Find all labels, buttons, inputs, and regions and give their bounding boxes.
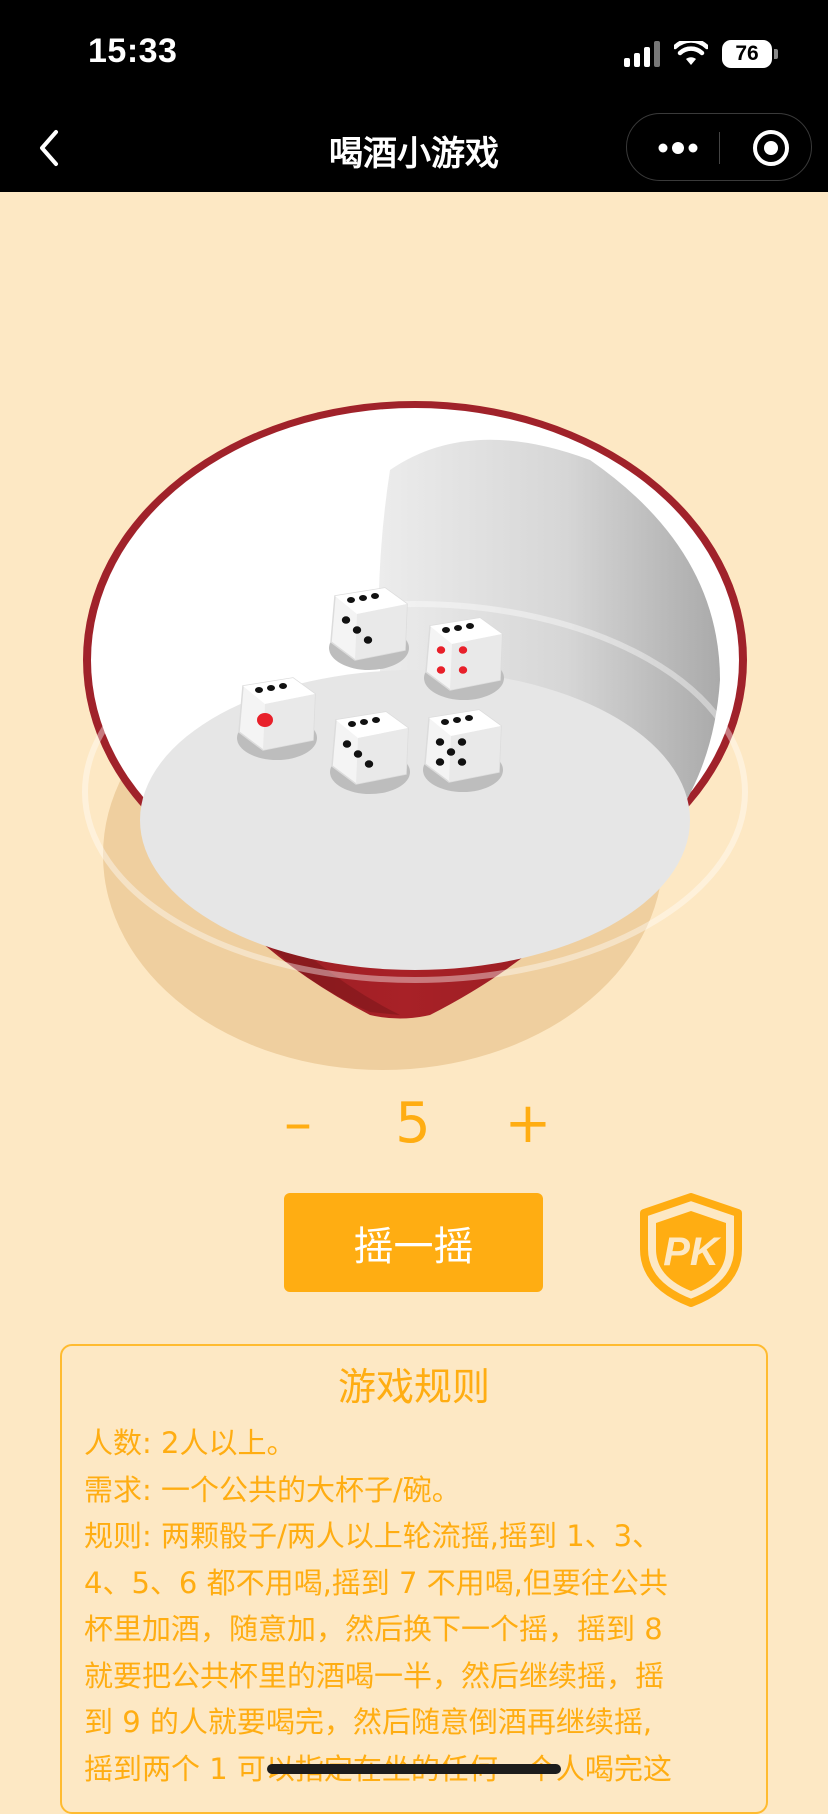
wifi-icon [674,41,708,65]
rules-line: 规则: 两颗骰子/两人以上轮流摇,摇到 1、3、 [84,1519,662,1553]
rules-title: 游戏规则 [337,1365,490,1409]
die-pip [352,626,362,634]
die-pip [364,760,374,768]
die-pip [436,666,446,674]
die-pip [363,636,373,644]
die-pip [257,713,273,727]
shake-button[interactable]: 摇一摇 [284,1193,543,1292]
die-3 [329,587,409,670]
increase-button[interactable]: + [498,1085,558,1163]
rules-line: 人数: 2人以上。 [84,1426,296,1460]
nav-bar: 喝酒小游戏 [0,104,828,192]
rules-line: 到 9 的人就要喝完，然后随意倒酒再继续摇, [84,1705,653,1739]
die-3 [330,711,410,794]
rules-line: 就要把公共杯里的酒喝一半，然后继续摇，摇 [84,1658,665,1693]
decrease-button[interactable]: – [268,1085,328,1163]
capsule-divider [719,132,720,164]
die-pip [353,750,363,758]
more-icon[interactable] [653,131,703,165]
pk-badge-label: PK [663,1230,722,1274]
die-pip [458,666,468,674]
die-4 [424,617,504,700]
dice-count: 5 [395,1091,431,1156]
die-pip [457,738,467,746]
status-bar: 15:33 76 [0,0,828,104]
die-1 [237,677,317,760]
rules-line: 杯里加酒，随意加，然后换下一个摇，摇到 8 [84,1612,663,1646]
rules-line: 需求: 一个公共的大杯子/碗。 [84,1472,461,1507]
die-pip [435,758,445,766]
signal-icon [624,41,660,67]
mini-program-capsule [626,113,812,181]
die-pip [342,740,352,748]
die-5 [423,709,503,792]
die-pip [341,616,351,624]
die-pip [436,646,446,654]
dice-counter: – 5 + [0,1085,828,1165]
target-icon[interactable] [751,128,791,168]
die-pip [446,748,456,756]
status-icons: 76 [624,34,778,74]
pk-badge-icon[interactable]: PK [638,1193,744,1307]
die-pip [458,646,468,654]
dice-bowl [82,401,748,1070]
die-pip [457,758,467,766]
rules-panel: 游戏规则 人数: 2人以上。 需求: 一个公共的大杯子/碗。 规则: 两颗骰子/… [60,1344,768,1814]
rules-line: 4、5、6 都不用喝,摇到 7 不用喝,但要往公共 [84,1565,668,1600]
die-pip [435,738,445,746]
status-time: 15:33 [88,32,178,70]
battery-icon: 76 [722,40,778,68]
home-indicator [267,1764,561,1774]
